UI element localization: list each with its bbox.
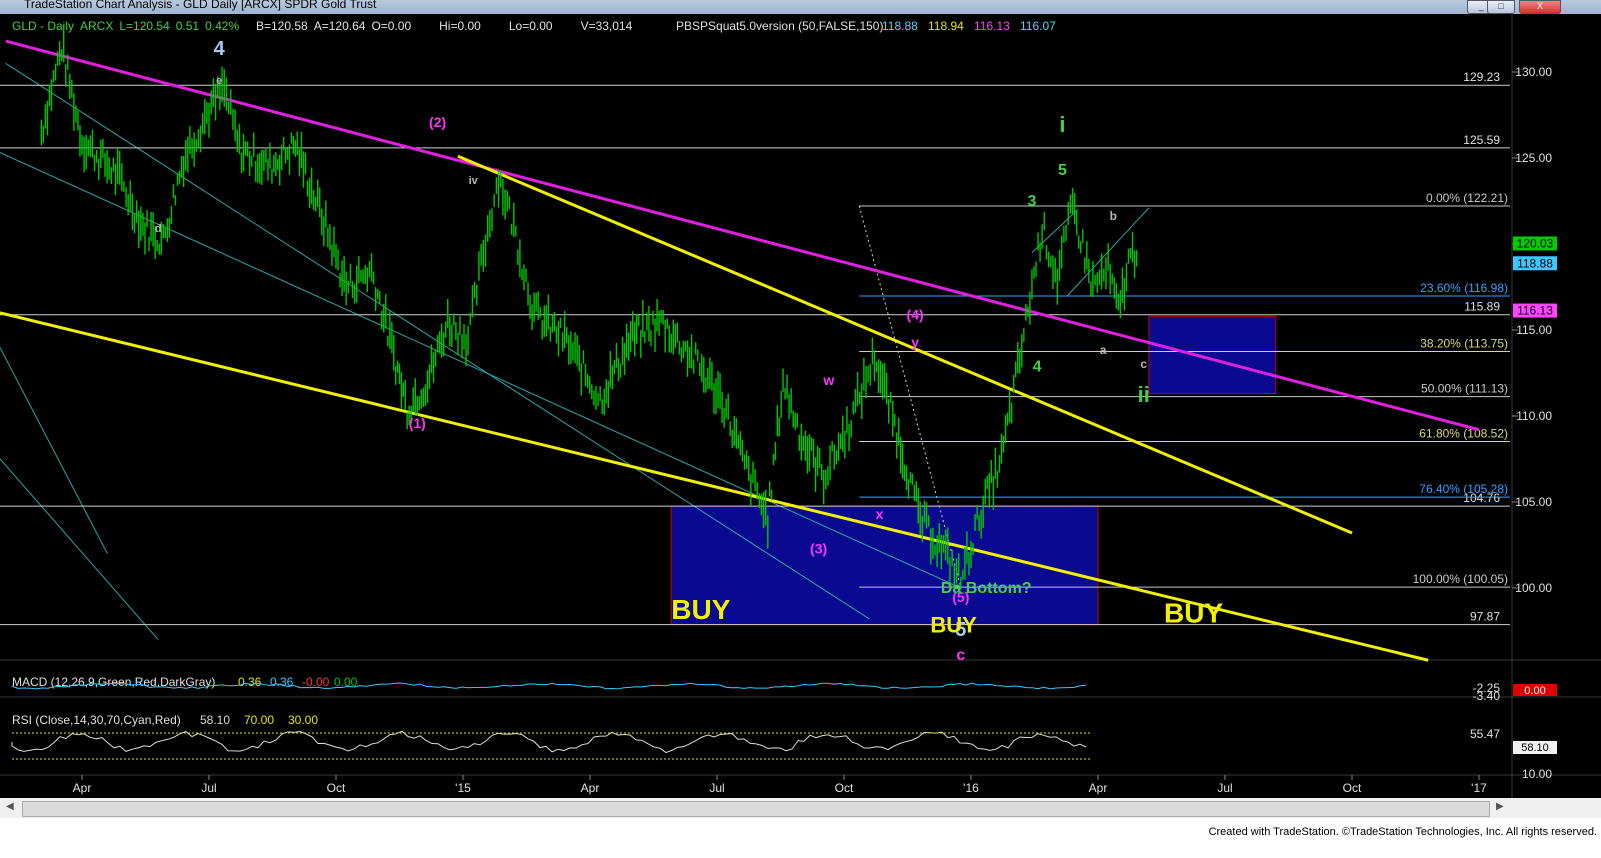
wave-label: i [1059, 112, 1065, 137]
level-label: 125.59 [1463, 133, 1500, 147]
rsi-axis-label: 55.47 [1470, 727, 1500, 741]
x-tick-label: Apr [581, 781, 600, 795]
x-tick-label: Jul [1217, 781, 1232, 795]
scrollbar-thumb[interactable] [22, 801, 1490, 817]
buy-label: BUY [930, 613, 977, 638]
y-tick-label: 105.00 [1515, 495, 1552, 509]
wave-label: 4 [1033, 358, 1042, 375]
y-tick-label: 115.00 [1516, 323, 1552, 337]
x-tick-label: Apr [73, 781, 92, 795]
rsi-flag-label: 58.10 [1521, 742, 1549, 754]
x-tick-label: '17 [1471, 781, 1487, 795]
rsi-axis-label: 10.00 [1522, 767, 1552, 781]
buy-label: BUY [671, 594, 730, 625]
wave-label: (4) [907, 307, 924, 323]
scroll-left-icon[interactable]: ◀ [6, 801, 14, 812]
fib-label: 76.40% (105.28) [1419, 482, 1508, 496]
fib-label: 0.00% (122.21) [1426, 191, 1508, 205]
rsi-values: 58.10 70.00 30.00 [200, 713, 318, 727]
macd-value: 0.36 [270, 675, 294, 689]
price-flag-label: 118.88 [1517, 256, 1553, 270]
wave-label: a [1100, 343, 1107, 357]
wave-label: x [876, 506, 884, 522]
header-symbol: GLD - Daily ARCX L=120.54 0.51 0.42% [12, 19, 239, 33]
study-value: 116.07 [1020, 19, 1056, 33]
study-value: 118.94 [928, 19, 964, 33]
price-flag-label: 116.13 [1517, 304, 1553, 318]
fib-label: 100.00% (100.05) [1413, 572, 1508, 586]
price-flag-label: 120.03 [1517, 236, 1554, 250]
fib-label: 50.00% (111.13) [1421, 382, 1508, 396]
wave-label: (3) [810, 541, 827, 557]
x-tick-label: '16 [963, 781, 979, 795]
wave-label: (1) [409, 415, 426, 431]
wave-label: (2) [429, 114, 446, 130]
wave-label: 4 [214, 38, 226, 60]
wave-label: c [1140, 357, 1147, 371]
y-tick-label: 125.00 [1515, 151, 1552, 165]
x-tick-label: Oct [835, 781, 854, 795]
wave-label: iv [469, 175, 479, 187]
wave-label: ii [1138, 382, 1150, 407]
rsi-value: 70.00 [244, 713, 274, 727]
wave-label: w [822, 372, 834, 388]
study-value: 118.88 [882, 19, 918, 33]
fib-label: 23.60% (116.98) [1420, 281, 1508, 295]
rsi-value: 30.00 [288, 713, 318, 727]
wave-label: Da Bottom? [941, 580, 1032, 597]
fib-label: 38.20% (113.75) [1420, 337, 1508, 351]
wave-label: y [911, 334, 919, 350]
wave-label: e [216, 75, 222, 87]
rsi-label: RSI (Close,14,30,70,Cyan,Red) [12, 713, 181, 727]
macd-value: 0.36 [238, 675, 262, 689]
y-tick-label: 110.00 [1516, 409, 1552, 423]
x-tick-label: Jul [709, 781, 724, 795]
footer-credit: Created with TradeStation. ©TradeStation… [1208, 826, 1597, 838]
fib-label: 61.80% (108.52) [1419, 426, 1508, 440]
wave-label: b [1110, 209, 1117, 223]
x-tick-label: Apr [1089, 781, 1108, 795]
x-tick-label: Oct [1343, 781, 1362, 795]
buy-label: BUY [1164, 597, 1223, 628]
level-label: 129.23 [1463, 70, 1500, 84]
y-tick-label: 130.00 [1515, 65, 1552, 79]
macd-axis-label: -3.40 [1473, 689, 1501, 703]
chart-canvas: GLD - Daily ARCX L=120.54 0.51 0.42% B=120.5… [0, 14, 1601, 798]
x-tick-label: Jul [201, 781, 216, 795]
y-tick-label: 100.00 [1515, 581, 1552, 595]
x-tick-label: Oct [327, 781, 346, 795]
level-label: 97.87 [1470, 610, 1500, 624]
x-tick-label: '15 [455, 781, 471, 795]
header-study: PBSPSquat5.0version (50,FALSE,150) [676, 19, 883, 33]
scroll-right-icon[interactable]: ▶ [1496, 801, 1504, 812]
wave-label: 5 [1058, 162, 1067, 179]
macd-flag-label: 0.00 [1524, 685, 1545, 697]
wave-label: d [155, 223, 162, 235]
wave-label: 3 [1028, 193, 1037, 210]
rsi-value: 58.10 [200, 713, 230, 727]
study-value: 116.13 [974, 19, 1010, 33]
macd-value: -0.00 [302, 675, 330, 689]
wave-label: c [956, 647, 965, 664]
level-label: 115.89 [1464, 300, 1500, 314]
horizontal-scrollbar[interactable]: ◀ ▶ [0, 798, 1601, 818]
target-zone-box [1148, 315, 1277, 395]
footer: Created with TradeStation. ©TradeStation… [0, 818, 1601, 858]
macd-label: MACD (12,26,9,Green,Red,DarkGray) [12, 675, 215, 689]
